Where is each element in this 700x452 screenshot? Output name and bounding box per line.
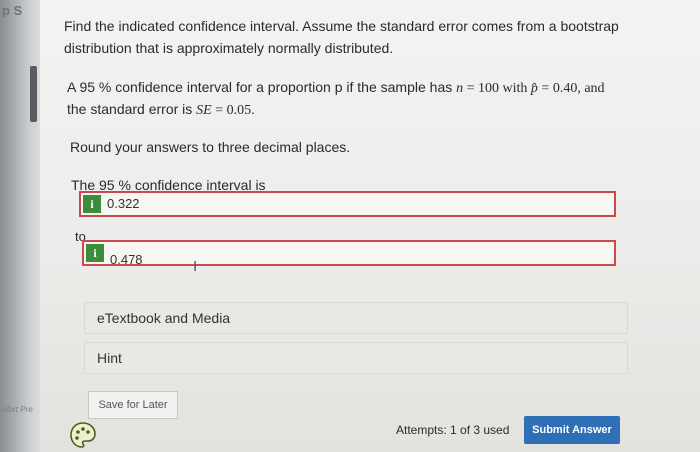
attempts-counter: Attempts: 1 of 3 used [396, 423, 510, 437]
rounding-instruction: Round your answers to three decimal plac… [70, 139, 351, 155]
upper-bound-value: 0.478 [110, 252, 143, 267]
problem-statement-line-2: the standard error is SE = 0.05. [67, 101, 255, 118]
question-intro-line-2: distribution that is approximately norma… [64, 40, 394, 56]
scrollbar-thumb[interactable] [30, 66, 37, 122]
text-cursor-icon: I [193, 258, 198, 275]
submit-answer-button[interactable]: Submit Answer [524, 416, 620, 444]
upper-bound-input[interactable]: i 0.478 [82, 240, 616, 267]
etextbook-media-label: eTextbook and Media [97, 310, 231, 326]
hint-label: Hint [97, 350, 122, 366]
background-window-strip: p S ufort Pre [0, 0, 40, 452]
background-window-footer-text: ufort Pre [2, 405, 33, 414]
question-intro-line-1: Find the indicated confidence interval. … [64, 18, 619, 34]
question-panel: Find the indicated confidence interval. … [40, 0, 700, 452]
background-window-text: p S [2, 3, 23, 18]
problem-statement-line-1: A 95 % confidence interval for a proport… [67, 79, 605, 96]
lower-bound-value: 0.322 [107, 196, 140, 211]
etextbook-media-expander[interactable]: eTextbook and Media [84, 302, 628, 334]
info-icon[interactable]: i [83, 195, 101, 213]
save-for-later-button[interactable]: Save for Later [88, 391, 178, 419]
palette-icon[interactable] [68, 420, 98, 450]
lower-bound-input[interactable]: i 0.322 [79, 191, 616, 217]
info-icon[interactable]: i [86, 244, 104, 262]
hint-expander[interactable]: Hint [84, 342, 628, 374]
